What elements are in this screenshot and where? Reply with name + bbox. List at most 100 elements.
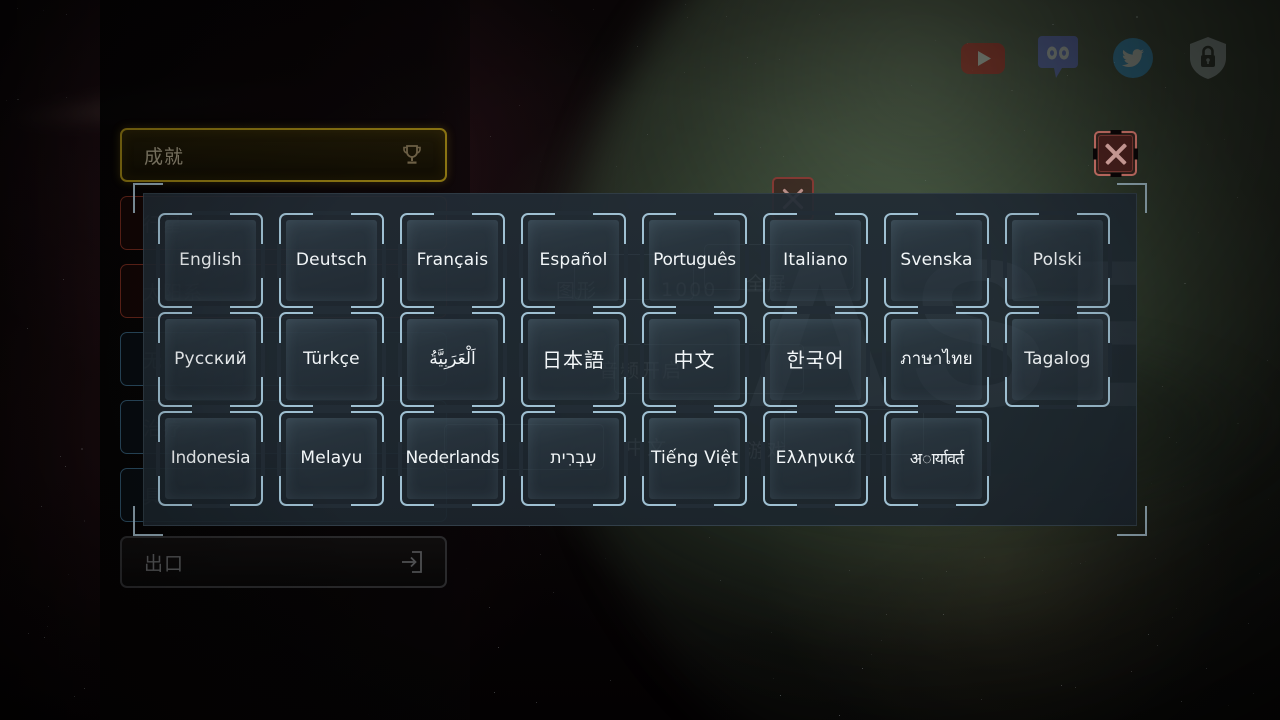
frame-gap-left bbox=[761, 243, 765, 278]
language-button-es[interactable]: Español bbox=[519, 211, 628, 310]
frame-gap-right bbox=[745, 441, 749, 476]
frame-gap-right bbox=[745, 243, 749, 278]
frame-gap-bottom bbox=[675, 504, 714, 508]
language-label: Svenska bbox=[900, 250, 973, 271]
language-button-ko[interactable]: 한국어 bbox=[761, 310, 870, 409]
achievements-label: 成就 bbox=[144, 145, 185, 168]
language-button-inner: Français bbox=[407, 220, 498, 301]
language-button-ms[interactable]: Melayu bbox=[277, 409, 386, 508]
twitter-button[interactable] bbox=[1107, 32, 1159, 84]
frame-gap-left bbox=[761, 441, 765, 476]
frame-gap-top bbox=[1038, 310, 1077, 314]
frame-gap-right bbox=[624, 441, 628, 476]
menu-item-achievements[interactable]: 成就 bbox=[120, 128, 447, 182]
frame-gap-left bbox=[156, 342, 160, 377]
frame-gap-right bbox=[987, 441, 991, 476]
language-label: Türkçe bbox=[303, 349, 360, 370]
frame-gap-left bbox=[398, 243, 402, 278]
frame-gap-top bbox=[1038, 211, 1077, 215]
frame-gap-top bbox=[796, 409, 835, 413]
frame-gap-top bbox=[554, 409, 593, 413]
language-button-inner: Indonesia bbox=[165, 418, 256, 499]
menu-item-exit[interactable]: 出口 bbox=[120, 536, 447, 588]
language-button-zh[interactable]: 中文 bbox=[640, 310, 749, 409]
language-button-fr[interactable]: Français bbox=[398, 211, 507, 310]
language-button-sv[interactable]: Svenska bbox=[882, 211, 991, 310]
frame-gap-left bbox=[277, 441, 281, 476]
frame-gap-right bbox=[624, 243, 628, 278]
app-window: 成就 行星 太阳系 无 治疗 具 bbox=[0, 0, 1280, 720]
language-button-hi[interactable]: अार्यावर्त bbox=[882, 409, 991, 508]
frame-gap-right bbox=[382, 441, 386, 476]
exit-label: 出口 bbox=[144, 552, 185, 575]
close-frame-gap-bottom bbox=[1110, 173, 1121, 177]
language-label: 한국어 bbox=[786, 347, 845, 372]
exit-icon bbox=[399, 551, 423, 573]
language-label: अार्यावर्त bbox=[909, 448, 964, 468]
language-label: English bbox=[179, 250, 242, 271]
frame-gap-left bbox=[519, 342, 523, 377]
language-button-inner: अार्यावर्त bbox=[891, 418, 982, 499]
language-button-inner: Tagalog bbox=[1012, 319, 1103, 400]
frame-gap-bottom bbox=[191, 504, 230, 508]
frame-gap-right bbox=[382, 342, 386, 377]
frame-gap-bottom bbox=[554, 504, 593, 508]
language-button-inner: Deutsch bbox=[286, 220, 377, 301]
frame-gap-right bbox=[987, 243, 991, 278]
twitter-icon bbox=[1113, 38, 1153, 78]
language-button-tl[interactable]: Tagalog bbox=[1003, 310, 1112, 409]
language-button-nl[interactable]: Nederlands bbox=[398, 409, 507, 508]
close-frame-gap-top bbox=[1110, 130, 1121, 134]
panel-bracket-bottom-left bbox=[133, 506, 163, 536]
language-label: Indonesia bbox=[170, 448, 251, 469]
frame-gap-right bbox=[382, 243, 386, 278]
frame-gap-right bbox=[866, 243, 870, 278]
language-button-inner: Ελληνικά bbox=[770, 418, 861, 499]
close-button-inner bbox=[1098, 135, 1133, 172]
language-button-pl[interactable]: Polski bbox=[1003, 211, 1112, 310]
language-button-vi[interactable]: Tiếng Việt bbox=[640, 409, 749, 508]
frame-gap-right bbox=[987, 342, 991, 377]
frame-gap-right bbox=[261, 243, 265, 278]
frame-gap-top bbox=[433, 211, 472, 215]
language-button-el[interactable]: Ελληνικά bbox=[761, 409, 870, 508]
frame-gap-left bbox=[398, 342, 402, 377]
language-button-ja[interactable]: 日本語 bbox=[519, 310, 628, 409]
frame-gap-top bbox=[554, 211, 593, 215]
frame-gap-bottom bbox=[312, 504, 351, 508]
language-button-inner: Português bbox=[649, 220, 740, 301]
language-button-th[interactable]: ภาษาไทย bbox=[882, 310, 991, 409]
youtube-button[interactable] bbox=[957, 32, 1009, 84]
language-button-it[interactable]: Italiano bbox=[761, 211, 870, 310]
frame-gap-top bbox=[675, 310, 714, 314]
language-button-ru[interactable]: Русский bbox=[156, 310, 265, 409]
discord-button[interactable] bbox=[1032, 32, 1084, 84]
youtube-icon bbox=[961, 42, 1005, 74]
language-button-inner: اَلْعَرَبِيَّةُ bbox=[407, 319, 498, 400]
frame-gap-top bbox=[554, 310, 593, 314]
language-label: Tagalog bbox=[1024, 349, 1091, 370]
language-label: Deutsch bbox=[295, 250, 368, 271]
language-button-de[interactable]: Deutsch bbox=[277, 211, 386, 310]
language-label: Русский bbox=[174, 349, 247, 370]
language-button-inner: 中文 bbox=[649, 319, 740, 400]
close-button[interactable] bbox=[1093, 130, 1138, 177]
language-button-inner: Italiano bbox=[770, 220, 861, 301]
language-label: עִבְרִית bbox=[550, 448, 597, 469]
frame-gap-top bbox=[191, 310, 230, 314]
language-button-he[interactable]: עִבְרִית bbox=[519, 409, 628, 508]
language-button-inner: 日本語 bbox=[528, 319, 619, 400]
language-button-tr[interactable]: Türkçe bbox=[277, 310, 386, 409]
frame-gap-top bbox=[433, 310, 472, 314]
frame-gap-right bbox=[745, 342, 749, 377]
language-button-inner: ภาษาไทย bbox=[891, 319, 982, 400]
privacy-button[interactable] bbox=[1182, 32, 1234, 84]
language-label: Ελληνικά bbox=[775, 448, 856, 469]
frame-gap-top bbox=[675, 409, 714, 413]
language-button-id[interactable]: Indonesia bbox=[156, 409, 265, 508]
language-button-ar[interactable]: اَلْعَرَبِيَّةُ bbox=[398, 310, 507, 409]
frame-gap-top bbox=[796, 211, 835, 215]
language-button-pt[interactable]: Português bbox=[640, 211, 749, 310]
frame-gap-right bbox=[1108, 243, 1112, 278]
language-button-en[interactable]: English bbox=[156, 211, 265, 310]
